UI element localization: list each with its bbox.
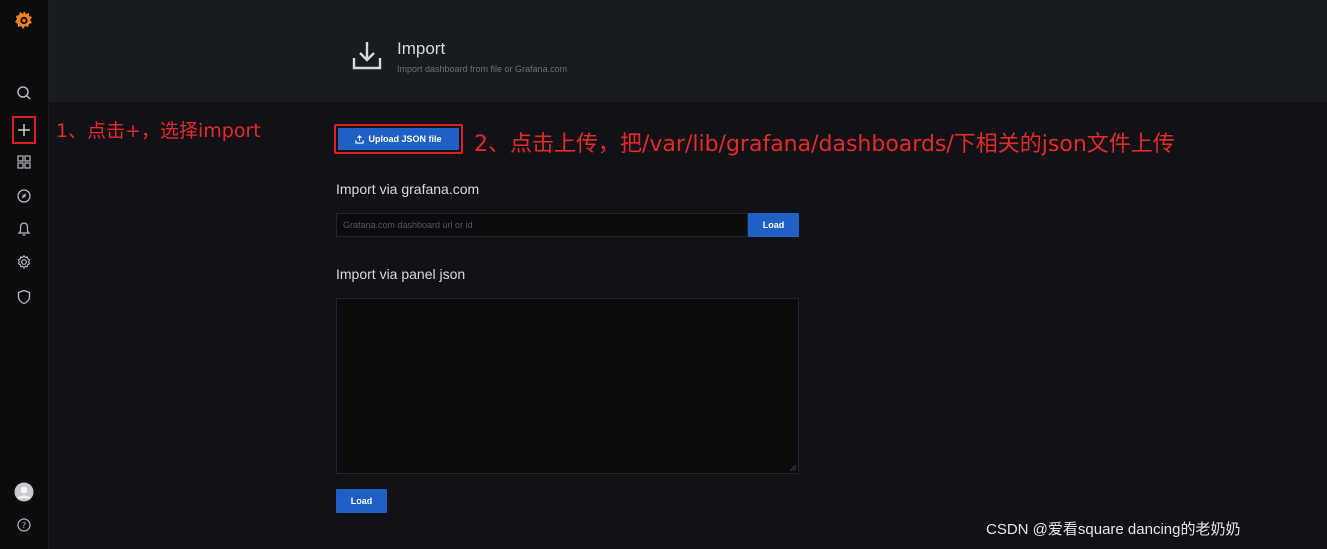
create-button-highlight[interactable] (12, 116, 36, 144)
grafana-com-load-button[interactable]: Load (748, 213, 799, 237)
panel-json-section-title: Import via panel json (336, 266, 466, 282)
grafana-import-page: ? Import Import dashboard from file or G… (0, 0, 1327, 549)
server-admin-icon[interactable] (12, 285, 36, 309)
avatar-icon[interactable] (12, 480, 36, 504)
annotation-step2: 2、点击上传，把/var/lib/grafana/dashboards/下相关的… (474, 132, 1175, 157)
configuration-icon[interactable] (12, 250, 36, 274)
page-subtitle: Import dashboard from file or Grafana.co… (397, 64, 568, 74)
svg-text:?: ? (22, 521, 26, 530)
upload-button-highlight: Upload JSON file (334, 124, 463, 154)
import-download-icon (352, 42, 382, 70)
upload-json-label: Upload JSON file (368, 134, 442, 144)
csdn-watermark: CSDN @爱看square dancing的老奶奶 (986, 521, 1241, 538)
page-title: Import (397, 39, 446, 58)
page-header: Import Import dashboard from file or Gra… (49, 0, 1327, 102)
grafana-com-section-title: Import via grafana.com (336, 181, 480, 197)
resize-grip-icon[interactable] (790, 465, 796, 471)
alerting-icon[interactable] (12, 217, 36, 241)
panel-json-textarea[interactable] (336, 298, 799, 474)
grafana-com-url-placeholder: Grafana.com dashboard url or id (343, 220, 473, 230)
grafana-logo-icon[interactable] (12, 9, 36, 33)
sidebar: ? (0, 0, 49, 549)
search-icon[interactable] (12, 81, 36, 105)
upload-icon (355, 134, 365, 144)
panel-json-load-button[interactable]: Load (336, 489, 387, 513)
help-icon[interactable]: ? (12, 513, 36, 537)
dashboards-icon[interactable] (12, 150, 36, 174)
explore-icon[interactable] (12, 184, 36, 208)
annotation-step1: 1、点击+，选择import (56, 120, 261, 142)
plus-icon (18, 124, 30, 136)
upload-json-button[interactable]: Upload JSON file (338, 128, 459, 150)
grafana-com-url-input[interactable]: Grafana.com dashboard url or id (336, 213, 748, 237)
